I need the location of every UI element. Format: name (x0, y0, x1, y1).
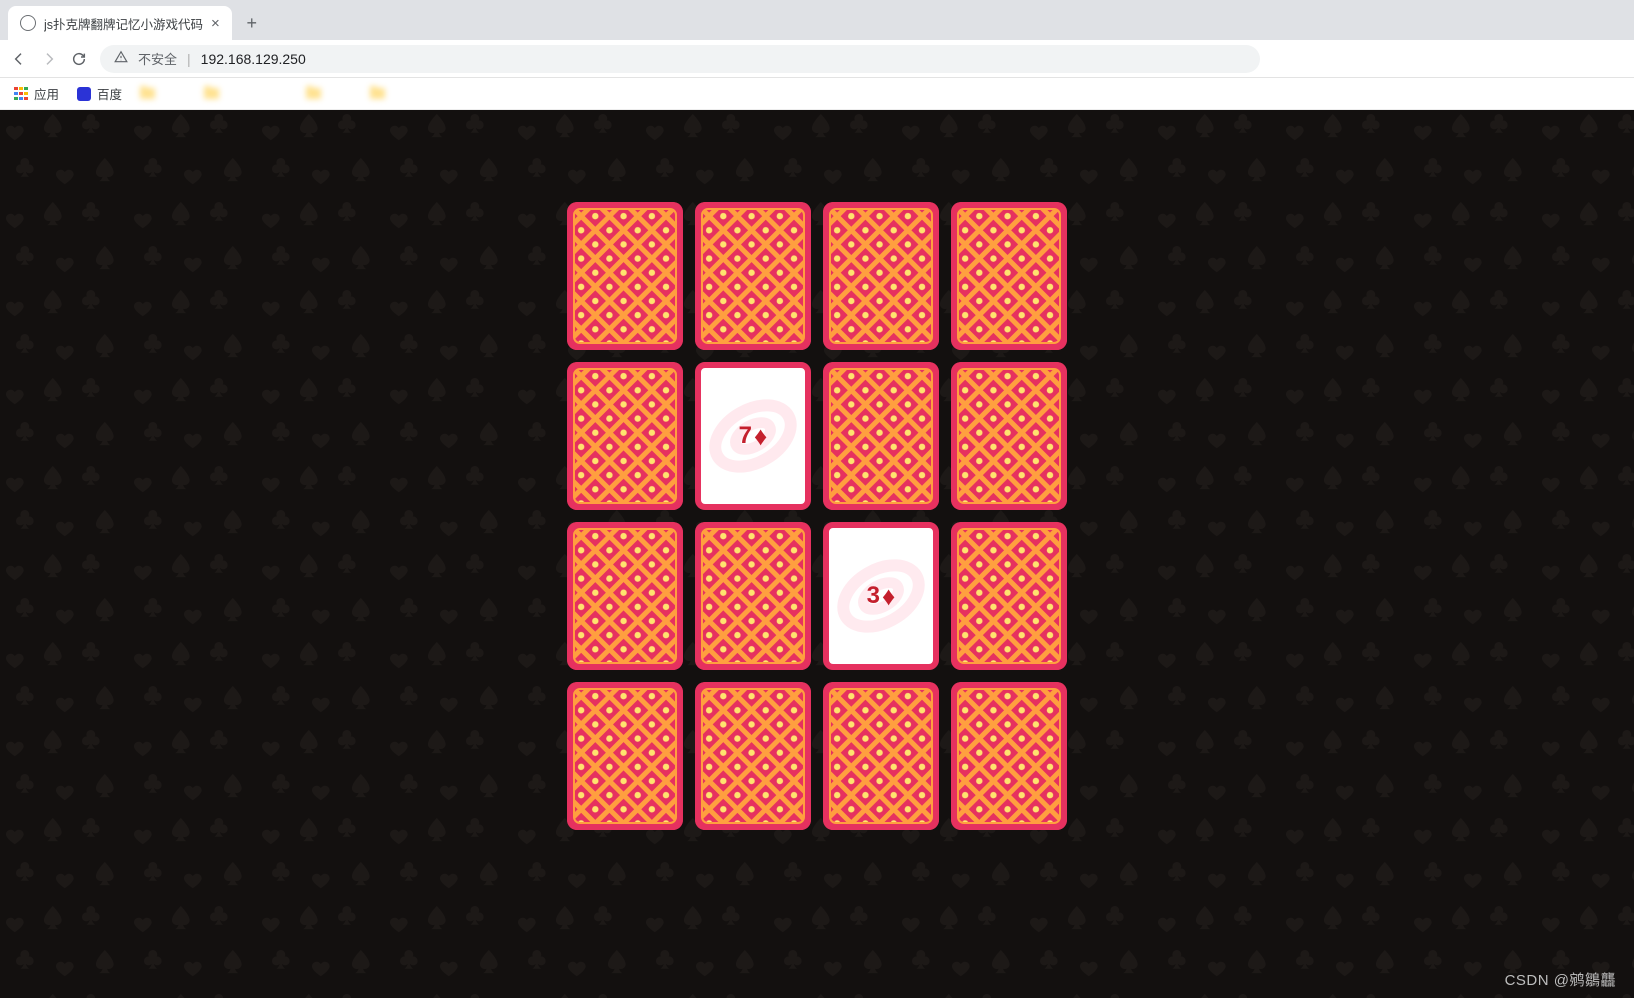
card-value: 3♦ (867, 582, 896, 610)
card-back[interactable] (567, 522, 683, 670)
card-value: 7♦ (739, 422, 768, 450)
card-back[interactable] (567, 682, 683, 830)
back-button[interactable] (10, 50, 28, 68)
diamond-icon: ♦ (882, 583, 895, 609)
tab-title: js扑克牌翻牌记忆小游戏代码 (44, 14, 203, 33)
folder-icon (204, 88, 219, 99)
address-separator: | (187, 51, 191, 67)
bookmark-folder[interactable] (370, 84, 429, 103)
card-rank: 3 (867, 582, 880, 610)
card-back[interactable] (951, 682, 1067, 830)
card-rank: 7 (739, 422, 752, 450)
apps-label: 应用 (34, 84, 59, 103)
bookmark-folder[interactable] (140, 84, 186, 103)
card-back[interactable] (823, 682, 939, 830)
card-face[interactable]: 3♦ (823, 522, 939, 670)
apps-grid-icon (14, 87, 28, 101)
apps-shortcut[interactable]: 应用 (14, 84, 59, 103)
card-grid: 7♦3♦ (567, 202, 1067, 830)
folder-icon (140, 88, 155, 99)
folder-icon (370, 88, 385, 99)
card-back[interactable] (695, 202, 811, 350)
card-back[interactable] (567, 362, 683, 510)
card-back[interactable] (951, 522, 1067, 670)
card-back[interactable] (951, 362, 1067, 510)
bookmarks-bar: 应用 百度 (0, 78, 1634, 110)
browser-tabstrip: js扑克牌翻牌记忆小游戏代码 × + (0, 0, 1634, 40)
folder-icon (306, 88, 321, 99)
plus-icon: + (247, 13, 258, 34)
reload-button[interactable] (70, 50, 88, 68)
page-viewport: 7♦3♦ CSDN @鹓鶵龘 (0, 110, 1634, 998)
card-back[interactable] (823, 362, 939, 510)
diamond-icon: ♦ (754, 423, 767, 449)
card-back[interactable] (951, 202, 1067, 350)
bookmark-folder[interactable] (204, 84, 288, 103)
card-back[interactable] (567, 202, 683, 350)
tab-close-icon[interactable]: × (211, 15, 220, 32)
url-text: 192.168.129.250 (201, 51, 306, 67)
address-bar[interactable]: 不安全 | 192.168.129.250 (100, 45, 1260, 73)
new-tab-button[interactable]: + (238, 9, 266, 37)
bookmark-baidu[interactable]: 百度 (77, 84, 122, 103)
globe-icon (20, 15, 36, 31)
browser-toolbar: 不安全 | 192.168.129.250 (0, 40, 1634, 78)
baidu-icon (77, 87, 91, 101)
bookmark-folder[interactable] (306, 84, 352, 103)
browser-tab-active[interactable]: js扑克牌翻牌记忆小游戏代码 × (8, 6, 232, 40)
card-back[interactable] (823, 202, 939, 350)
security-label: 不安全 (138, 49, 177, 68)
bookmark-baidu-label: 百度 (97, 84, 122, 103)
card-back[interactable] (695, 682, 811, 830)
forward-button[interactable] (40, 50, 58, 68)
card-back[interactable] (695, 522, 811, 670)
card-face[interactable]: 7♦ (695, 362, 811, 510)
warning-icon (114, 50, 128, 67)
